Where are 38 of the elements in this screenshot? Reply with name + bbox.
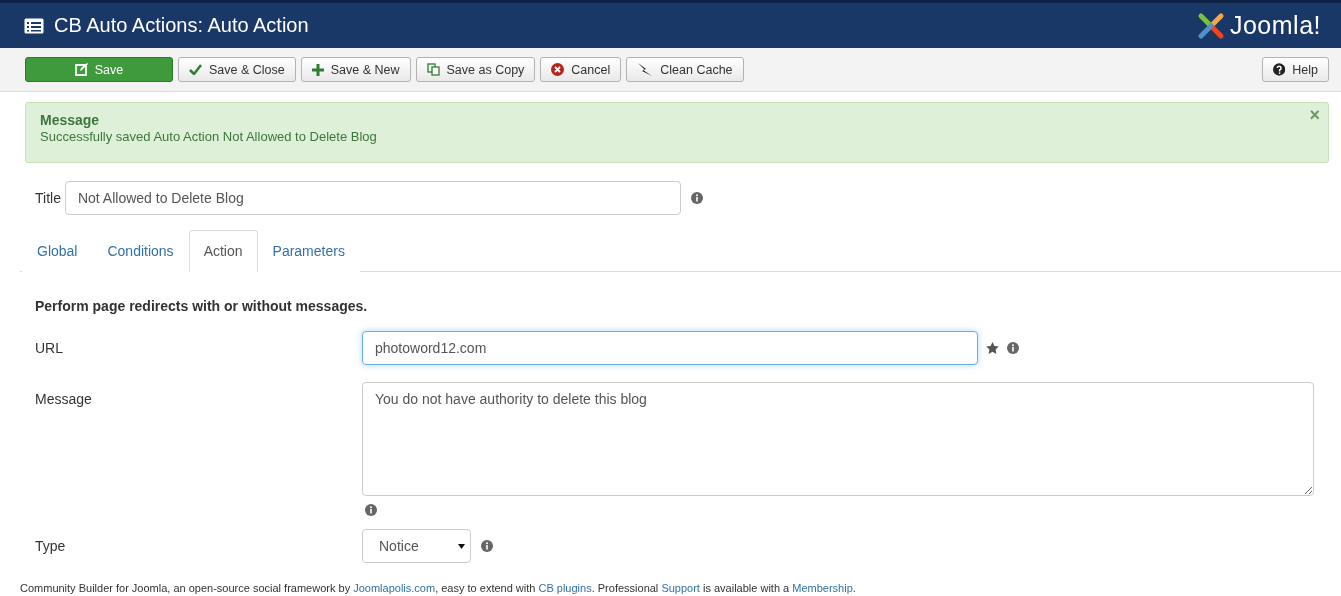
toolbar-button[interactable]: Save as Copy — [415, 57, 536, 82]
type-select[interactable]: Notice — [362, 529, 471, 563]
plus-icon — [311, 63, 324, 76]
info-icon[interactable] — [481, 540, 493, 552]
field-label: Message — [35, 390, 93, 407]
footer-link[interactable]: CB plugins — [538, 582, 592, 594]
message-heading: Message — [40, 112, 101, 128]
toolbar-button[interactable]: Save & Close — [178, 57, 296, 82]
message-textarea[interactable]: You do not have authority to delete this blog — [362, 382, 1314, 496]
section-description: Perform page redirects with or without messages. — [35, 298, 369, 314]
check-icon — [189, 64, 202, 75]
info-icon[interactable] — [690, 192, 703, 204]
title-label: Title — [35, 190, 61, 206]
url-input[interactable]: photoword12.com — [362, 331, 978, 365]
footer-link[interactable]: Support — [661, 582, 700, 594]
logo-text: Joomla! — [1229, 11, 1321, 40]
info-icon[interactable] — [1007, 342, 1019, 354]
page-title: CB Auto Actions: Auto Action — [54, 14, 309, 37]
message-text: Successfully saved Auto Action Not Allowed to Delete Blog — [40, 129, 378, 144]
info-icon[interactable] — [365, 504, 377, 516]
toolbar-button[interactable]: Save — [25, 57, 173, 82]
edit-icon — [74, 63, 88, 76]
field-label: URL — [35, 339, 64, 356]
footer-text: Community Builder for Joomla, an open-source social framework by Joomlapolis.com, easy to extend with CB plugins. Professional Support is available with a Membership. — [20, 581, 857, 595]
toolbar-button[interactable]: Clean Cache — [626, 57, 744, 82]
help-button[interactable]: Help — [1262, 57, 1329, 82]
title-input[interactable]: Not Allowed to Delete Blog — [64, 181, 681, 215]
field-label: Type — [35, 537, 67, 554]
help-icon — [1273, 63, 1286, 76]
copy-icon — [426, 63, 440, 76]
star-icon — [986, 342, 999, 354]
caret-icon — [458, 543, 465, 549]
cancel-icon — [551, 63, 565, 76]
list-icon — [24, 17, 44, 34]
toolbar-button[interactable]: Cancel — [540, 57, 622, 82]
toolbar-button[interactable]: Save & New — [300, 57, 411, 82]
tab[interactable]: Action — [188, 230, 258, 272]
footer-link[interactable]: Membership — [792, 582, 853, 594]
